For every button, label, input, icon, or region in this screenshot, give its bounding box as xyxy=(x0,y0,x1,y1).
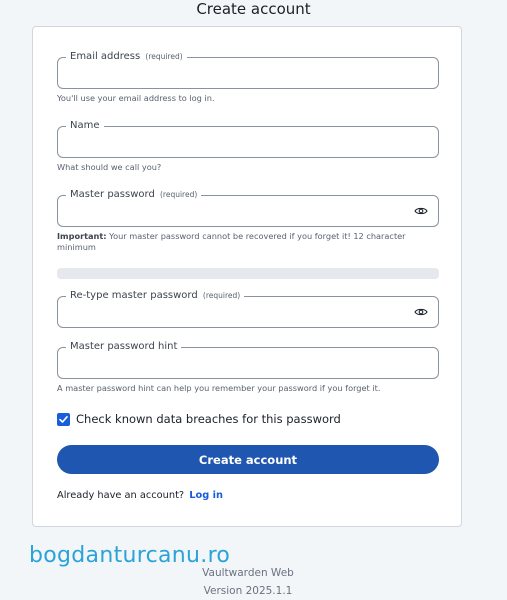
retype-password-field-group: Re-type master password (required) xyxy=(57,289,439,328)
name-field[interactable]: Name xyxy=(57,119,439,158)
master-password-label-text: Master password xyxy=(70,189,155,200)
footer-app-name: Vaultwarden Web xyxy=(202,567,294,579)
eye-icon[interactable] xyxy=(414,307,428,317)
retype-password-required-tag: (required) xyxy=(202,291,241,300)
master-password-label: Master password (required) xyxy=(66,188,202,202)
master-password-field[interactable]: Master password (required) xyxy=(57,188,439,227)
page: Create account Email address (required) … xyxy=(0,0,507,600)
retype-password-label: Re-type master password (required) xyxy=(66,289,245,303)
master-password-help-body: Your master password cannot be recovered… xyxy=(57,231,406,252)
create-account-button[interactable]: Create account xyxy=(57,445,439,474)
login-prompt-row: Already have an account? Log in xyxy=(57,490,223,501)
email-field[interactable]: Email address (required) xyxy=(57,50,439,89)
page-title: Create account xyxy=(196,0,311,18)
login-prompt-text: Already have an account? xyxy=(57,490,185,501)
name-help-text: What should we call you? xyxy=(57,162,162,172)
name-input[interactable] xyxy=(68,133,402,153)
email-input[interactable] xyxy=(68,64,402,84)
breach-check-row[interactable]: Check known data breaches for this passw… xyxy=(57,411,341,427)
retype-password-field[interactable]: Re-type master password (required) xyxy=(57,289,439,328)
email-help-text: You'll use your email address to log in. xyxy=(57,93,215,103)
password-hint-label: Master password hint xyxy=(66,340,182,354)
login-link[interactable]: Log in xyxy=(189,490,223,501)
master-password-help-text: Important: Your master password cannot b… xyxy=(57,231,439,253)
breach-check-checkbox[interactable] xyxy=(57,412,70,426)
name-field-group: Name What should we call you? xyxy=(57,119,439,173)
master-password-required-tag: (required) xyxy=(160,190,198,199)
password-hint-input[interactable] xyxy=(68,354,402,374)
breach-check-label: Check known data breaches for this passw… xyxy=(76,412,341,426)
password-strength-meter xyxy=(57,268,439,279)
email-label-text: Email address xyxy=(70,51,141,62)
password-hint-field[interactable]: Master password hint xyxy=(57,340,439,379)
master-password-help-important: Important: xyxy=(57,231,107,241)
email-label: Email address (required) xyxy=(66,50,187,64)
create-account-card: Email address (required) You'll use your… xyxy=(32,26,462,527)
eye-icon[interactable] xyxy=(414,206,428,216)
master-password-input[interactable] xyxy=(68,202,402,222)
password-hint-help-text: A master password hint can help you reme… xyxy=(57,383,381,393)
checkmark-icon xyxy=(59,415,68,423)
master-password-field-group: Master password (required) Important: Yo… xyxy=(57,188,439,253)
email-field-group: Email address (required) You'll use your… xyxy=(57,50,439,104)
retype-password-label-text: Re-type master password xyxy=(70,290,198,301)
retype-password-input[interactable] xyxy=(68,303,402,323)
email-required-tag: (required) xyxy=(145,52,183,61)
password-hint-field-group: Master password hint A master password h… xyxy=(57,340,439,394)
name-label: Name xyxy=(66,119,104,133)
footer-version: Version 2025.1.1 xyxy=(203,585,293,597)
